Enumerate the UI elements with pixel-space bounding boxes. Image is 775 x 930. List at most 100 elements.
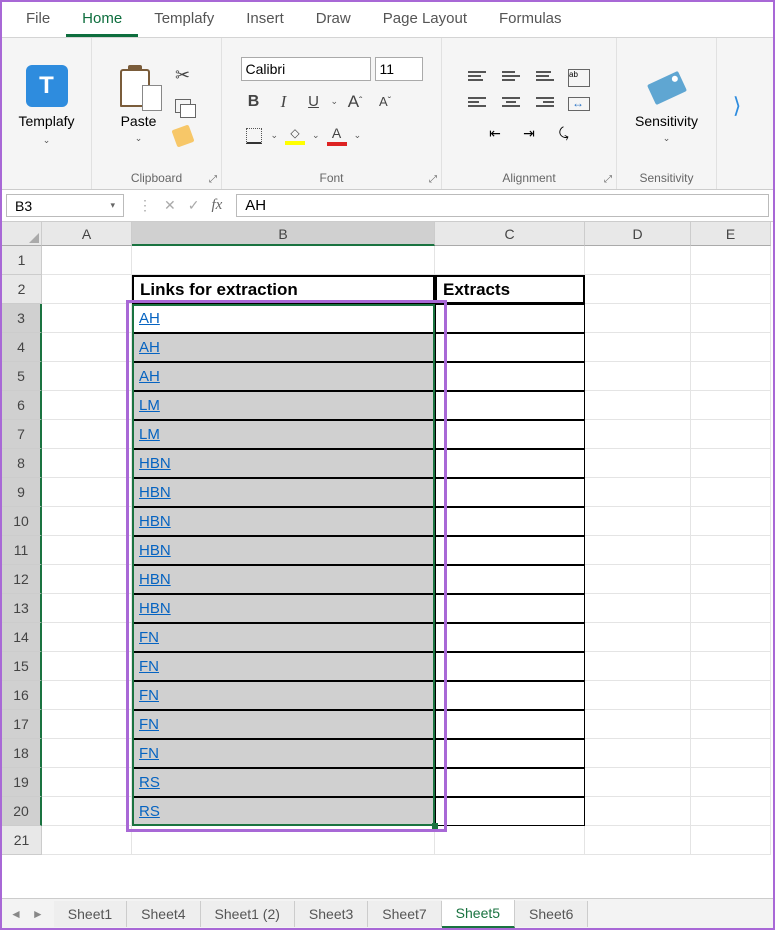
cell-E5[interactable] xyxy=(691,362,771,391)
cell-A10[interactable] xyxy=(42,507,132,536)
row-header-12[interactable]: 12 xyxy=(2,565,42,594)
cell-E15[interactable] xyxy=(691,652,771,681)
cell-C7[interactable] xyxy=(435,420,585,449)
cell-C9[interactable] xyxy=(435,478,585,507)
cell-B18[interactable]: FN xyxy=(132,739,435,768)
templafy-button[interactable]: Templafy ⌄ xyxy=(12,59,80,152)
cell-B12[interactable]: HBN xyxy=(132,565,435,594)
cell-D7[interactable] xyxy=(585,420,691,449)
cell-B6[interactable]: LM xyxy=(132,391,435,420)
cell-A13[interactable] xyxy=(42,594,132,623)
cell-B17[interactable]: FN xyxy=(132,710,435,739)
sheet-tab-sheet4[interactable]: Sheet4 xyxy=(127,901,200,927)
align-bottom-button[interactable] xyxy=(530,66,560,90)
row-header-4[interactable]: 4 xyxy=(2,333,42,362)
row-header-14[interactable]: 14 xyxy=(2,623,42,652)
cell-D9[interactable] xyxy=(585,478,691,507)
cell-E18[interactable] xyxy=(691,739,771,768)
cell-E6[interactable] xyxy=(691,391,771,420)
paste-button[interactable]: Paste ⌄ xyxy=(120,67,158,144)
cut-button[interactable]: ✂ xyxy=(172,65,194,87)
cell-A18[interactable] xyxy=(42,739,132,768)
cell-E4[interactable] xyxy=(691,333,771,362)
bold-button[interactable]: B xyxy=(241,89,267,115)
cell-D18[interactable] xyxy=(585,739,691,768)
cell-D5[interactable] xyxy=(585,362,691,391)
cell-B3[interactable]: AH xyxy=(132,304,435,333)
cell-D19[interactable] xyxy=(585,768,691,797)
column-header-C[interactable]: C xyxy=(435,222,585,246)
cell-A8[interactable] xyxy=(42,449,132,478)
fx-icon[interactable]: fx xyxy=(211,197,222,214)
cell-A21[interactable] xyxy=(42,826,132,855)
tab-templafy[interactable]: Templafy xyxy=(138,2,230,37)
enter-icon[interactable]: ✓ xyxy=(188,197,200,214)
cell-E20[interactable] xyxy=(691,797,771,826)
row-header-1[interactable]: 1 xyxy=(2,246,42,275)
cell-D3[interactable] xyxy=(585,304,691,333)
cell-D10[interactable] xyxy=(585,507,691,536)
chevron-down-icon[interactable]: ⌄ xyxy=(271,130,279,141)
cell-C17[interactable] xyxy=(435,710,585,739)
cell-C1[interactable] xyxy=(435,246,585,275)
cell-A20[interactable] xyxy=(42,797,132,826)
cell-B5[interactable]: AH xyxy=(132,362,435,391)
cell-D6[interactable] xyxy=(585,391,691,420)
cell-A19[interactable] xyxy=(42,768,132,797)
cell-B2[interactable]: Links for extraction xyxy=(132,275,435,304)
row-header-10[interactable]: 10 xyxy=(2,507,42,536)
cell-D17[interactable] xyxy=(585,710,691,739)
cell-A1[interactable] xyxy=(42,246,132,275)
cell-B20[interactable]: RS xyxy=(132,797,435,826)
cell-C13[interactable] xyxy=(435,594,585,623)
cell-C20[interactable] xyxy=(435,797,585,826)
cell-A16[interactable] xyxy=(42,681,132,710)
chevron-down-icon[interactable]: ⌄ xyxy=(331,96,339,107)
cell-B16[interactable]: FN xyxy=(132,681,435,710)
cell-B14[interactable]: FN xyxy=(132,623,435,652)
font-size-select[interactable] xyxy=(375,57,423,81)
grow-font-button[interactable]: Aˆ xyxy=(342,89,368,115)
wrap-text-button[interactable]: ab xyxy=(564,66,594,90)
copy-button[interactable] xyxy=(172,95,194,117)
cell-D14[interactable] xyxy=(585,623,691,652)
cell-E1[interactable] xyxy=(691,246,771,275)
tab-file[interactable]: File xyxy=(10,2,66,37)
ellipsis-icon[interactable]: ⋮ xyxy=(138,197,152,214)
cell-D20[interactable] xyxy=(585,797,691,826)
row-header-3[interactable]: 3 xyxy=(2,304,42,333)
row-header-9[interactable]: 9 xyxy=(2,478,42,507)
column-header-E[interactable]: E xyxy=(691,222,771,246)
cell-A3[interactable] xyxy=(42,304,132,333)
sheet-tab-sheet6[interactable]: Sheet6 xyxy=(515,901,588,927)
row-header-13[interactable]: 13 xyxy=(2,594,42,623)
cell-E8[interactable] xyxy=(691,449,771,478)
increase-indent-button[interactable]: ⇥ xyxy=(514,122,544,146)
tab-page-layout[interactable]: Page Layout xyxy=(367,2,483,37)
overflow-icon[interactable]: ⟩ xyxy=(733,93,742,119)
cell-E17[interactable] xyxy=(691,710,771,739)
fill-handle[interactable] xyxy=(432,823,438,829)
cell-A7[interactable] xyxy=(42,420,132,449)
cell-C12[interactable] xyxy=(435,565,585,594)
cell-C21[interactable] xyxy=(435,826,585,855)
cell-D15[interactable] xyxy=(585,652,691,681)
column-header-A[interactable]: A xyxy=(42,222,132,246)
cell-D12[interactable] xyxy=(585,565,691,594)
align-middle-button[interactable] xyxy=(496,66,526,90)
cell-E9[interactable] xyxy=(691,478,771,507)
cell-C11[interactable] xyxy=(435,536,585,565)
cell-D16[interactable] xyxy=(585,681,691,710)
merge-center-button[interactable] xyxy=(564,92,594,116)
chevron-down-icon[interactable]: ⌄ xyxy=(354,130,362,141)
cell-C15[interactable] xyxy=(435,652,585,681)
sheet-nav-prev[interactable]: ◄ xyxy=(10,907,22,921)
cell-B21[interactable] xyxy=(132,826,435,855)
sheet-tab-sheet3[interactable]: Sheet3 xyxy=(295,901,368,927)
cell-A9[interactable] xyxy=(42,478,132,507)
cell-A2[interactable] xyxy=(42,275,132,304)
sheet-nav-next[interactable]: ► xyxy=(32,907,44,921)
cell-D2[interactable] xyxy=(585,275,691,304)
cell-A17[interactable] xyxy=(42,710,132,739)
cell-B13[interactable]: HBN xyxy=(132,594,435,623)
